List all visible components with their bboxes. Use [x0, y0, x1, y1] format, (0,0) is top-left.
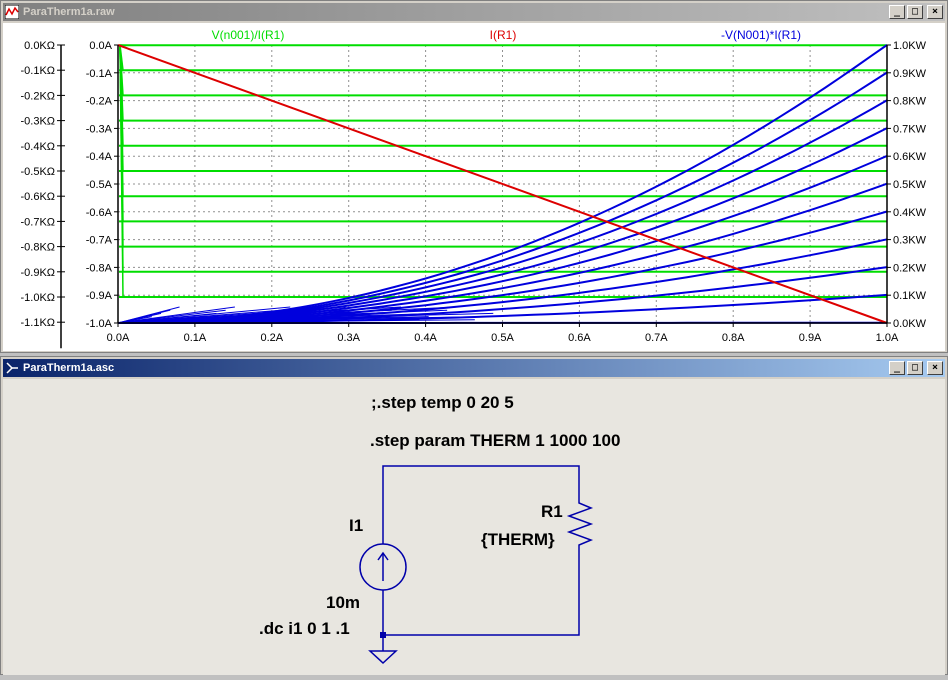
- y-inner-tick-label: -0.9A: [86, 290, 113, 302]
- ground-symbol[interactable]: [370, 651, 396, 663]
- minimize-button[interactable]: _: [889, 5, 905, 19]
- current-source-i1[interactable]: [360, 544, 406, 590]
- x-tick-label: 0.8A: [722, 332, 745, 344]
- maximize-button[interactable]: □: [907, 361, 923, 375]
- x-tick-label: 0.5A: [491, 332, 514, 344]
- y-inner-tick-label: -0.3A: [86, 123, 113, 135]
- y-outer-tick-label: -1.0KΩ: [20, 292, 55, 304]
- waveform-titlebar[interactable]: ParaTherm1a.raw _ □ ×: [3, 3, 945, 21]
- close-button[interactable]: ×: [927, 361, 943, 375]
- resistor-r1[interactable]: [569, 495, 591, 550]
- y-right-tick-label: 0.8KW: [893, 96, 927, 108]
- y-outer-tick-label: -0.4KΩ: [20, 141, 55, 153]
- x-tick-label: 0.0A: [107, 332, 130, 344]
- wire-net[interactable]: [383, 466, 579, 651]
- y-right-tick-label: 0.2KW: [893, 262, 927, 274]
- step-temp-directive[interactable]: ;.step temp 0 20 5: [371, 393, 514, 412]
- schematic-canvas[interactable]: ;.step temp 0 20 5 .step param THERM 1 1…: [3, 379, 945, 675]
- y-inner-tick-label: -0.5A: [86, 179, 113, 191]
- x-tick-label: 0.9A: [799, 332, 822, 344]
- y-right-tick-label: 0.5KW: [893, 179, 927, 191]
- resistor-value-label[interactable]: {THERM}: [481, 530, 555, 549]
- y-outer-tick-label: -0.3KΩ: [20, 116, 55, 128]
- y-right-tick-label: 1.0KW: [893, 40, 927, 52]
- y-right-tick-label: 0.1KW: [893, 290, 927, 302]
- waveform-window-title: ParaTherm1a.raw: [23, 6, 115, 18]
- source-value-label[interactable]: 10m: [326, 593, 360, 612]
- y-outer-tick-label: -0.6KΩ: [20, 191, 55, 203]
- schematic-icon: [5, 361, 19, 375]
- y-right-tick-label: 0.0KW: [893, 318, 927, 330]
- legend-green[interactable]: V(n001)/I(R1): [212, 28, 285, 42]
- y-outer-tick-label: -0.5KΩ: [20, 166, 55, 178]
- schematic-window: ParaTherm1a.asc _ □ × ;.step temp 0 20 5…: [0, 356, 948, 675]
- x-tick-label: 0.1A: [184, 332, 207, 344]
- y-inner-tick-label: -1.0A: [86, 318, 113, 330]
- schematic-drawing[interactable]: ;.step temp 0 20 5 .step param THERM 1 1…: [3, 379, 945, 675]
- y-right-tick-label: 0.7KW: [893, 123, 927, 135]
- y-inner-tick-label: -0.7A: [86, 235, 113, 247]
- x-tick-label: 0.6A: [568, 332, 591, 344]
- y-inner-tick-label: 0.0A: [89, 40, 112, 52]
- minimize-button[interactable]: _: [889, 361, 905, 375]
- legend-red[interactable]: I(R1): [490, 28, 517, 42]
- schematic-window-title: ParaTherm1a.asc: [23, 362, 114, 374]
- y-right-tick-label: 0.9KW: [893, 68, 927, 80]
- y-inner-tick-label: -0.8A: [86, 262, 113, 274]
- y-outer-tick-label: -0.1KΩ: [20, 65, 55, 77]
- y-outer-tick-label: -1.1KΩ: [20, 317, 55, 329]
- waveform-plot[interactable]: 0.0A 0.1A 0.2A 0.3A 0.4A 0.5A 0.6A 0.7A 0.8A 0.9A…: [3, 23, 945, 351]
- y-outer-tick-label: -0.2KΩ: [20, 90, 55, 102]
- schematic-titlebar[interactable]: ParaTherm1a.asc _ □ ×: [3, 359, 945, 377]
- y-right-tick-label: 0.4KW: [893, 207, 927, 219]
- waveform-window: ParaTherm1a.raw _ □ × 0.0A0.1A0.2A0.3A0.…: [0, 0, 948, 353]
- x-tick-label: 0.2A: [260, 332, 283, 344]
- y-inner-tick-label: -0.2A: [86, 96, 113, 108]
- waveform-icon: [5, 5, 19, 19]
- x-tick-label: 1.0A: [876, 332, 899, 344]
- y-outer-tick-label: -0.8KΩ: [20, 242, 55, 254]
- x-tick-label: 0.7A: [645, 332, 668, 344]
- y-right-tick-label: 0.3KW: [893, 235, 927, 247]
- y-outer-tick-label: -0.7KΩ: [20, 216, 55, 228]
- close-button[interactable]: ×: [927, 5, 943, 19]
- wire-junction: [380, 632, 386, 638]
- x-tick-label: 0.3A: [337, 332, 360, 344]
- y-right-tick-label: 0.6KW: [893, 151, 927, 163]
- y-inner-tick-label: -0.6A: [86, 207, 113, 219]
- resistor-name-label[interactable]: R1: [541, 502, 563, 521]
- dc-analysis-directive[interactable]: .dc i1 0 1 .1: [259, 619, 350, 638]
- x-tick-label: 0.4A: [414, 332, 437, 344]
- source-name-label[interactable]: I1: [349, 516, 363, 535]
- maximize-button[interactable]: □: [907, 5, 923, 19]
- y-inner-tick-label: -0.4A: [86, 151, 113, 163]
- legend-blue[interactable]: -V(N001)*I(R1): [721, 28, 801, 42]
- y-outer-tick-label: -0.9KΩ: [20, 267, 55, 279]
- plot-area[interactable]: 0.0A 0.1A 0.2A 0.3A 0.4A 0.5A 0.6A 0.7A 0.8A 0.9A…: [3, 23, 945, 351]
- step-param-directive[interactable]: .step param THERM 1 1000 100: [370, 431, 620, 450]
- y-outer-tick-label: 0.0KΩ: [24, 40, 55, 52]
- y-inner-tick-label: -0.1A: [86, 68, 113, 80]
